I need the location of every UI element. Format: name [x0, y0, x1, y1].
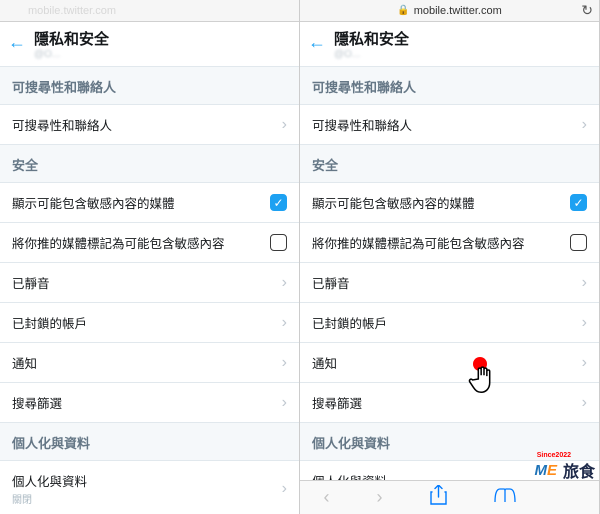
- url-bar-cropped: mobile.twitter.com: [0, 0, 299, 22]
- chevron-right-icon: ›: [282, 480, 287, 498]
- chevron-right-icon: ›: [582, 394, 587, 412]
- chevron-right-icon: ›: [282, 274, 287, 292]
- row-label: 通知: [12, 353, 276, 372]
- nav-back-icon[interactable]: ‹: [324, 487, 330, 508]
- row-discoverability[interactable]: 可搜尋性和聯絡人 ›: [0, 105, 299, 145]
- page-header: ← 隱私和安全 @O...: [0, 22, 299, 67]
- section-safety: 安全: [0, 145, 299, 183]
- row-label: 可搜尋性和聯絡人: [12, 115, 276, 134]
- section-discoverability: 可搜尋性和聯絡人: [0, 67, 299, 105]
- url-bar[interactable]: 🔒 mobile.twitter.com ↻: [300, 0, 599, 22]
- row-label: 個人化與資料: [12, 471, 276, 490]
- row-mark-sensitive[interactable]: 將你推的媒體標記為可能包含敏感內容: [0, 223, 299, 263]
- back-arrow-icon[interactable]: ←: [8, 32, 26, 53]
- page-title: 隱私和安全: [334, 28, 589, 49]
- row-muted[interactable]: 已靜音 ›: [300, 263, 599, 303]
- row-notifications[interactable]: 通知 ›: [300, 343, 599, 383]
- checkbox-unchecked-icon[interactable]: [270, 234, 287, 251]
- watermark-tag: Since2022: [537, 452, 571, 459]
- row-notifications[interactable]: 通知 ›: [0, 343, 299, 383]
- chevron-right-icon: ›: [282, 314, 287, 332]
- watermark-cn: 旅食: [563, 458, 595, 482]
- checkbox-unchecked-icon[interactable]: [570, 234, 587, 251]
- checkbox-checked-icon[interactable]: ✓: [270, 194, 287, 211]
- section-personalization: 個人化與資料: [0, 423, 299, 461]
- watermark-brand: ME: [534, 462, 557, 479]
- row-sublabel: 關閉: [12, 491, 276, 506]
- share-icon[interactable]: [430, 485, 447, 510]
- row-search-filters[interactable]: 搜尋篩選 ›: [300, 383, 599, 423]
- page-subtitle: @O...: [34, 49, 289, 60]
- page-subtitle: @O...: [334, 49, 589, 60]
- row-label: 通知: [312, 353, 576, 372]
- tap-indicator-icon: [473, 357, 487, 371]
- row-label: 已封鎖的帳戶: [312, 313, 576, 332]
- row-muted[interactable]: 已靜音 ›: [0, 263, 299, 303]
- chevron-right-icon: ›: [582, 274, 587, 292]
- chevron-right-icon: ›: [282, 354, 287, 372]
- row-blocked[interactable]: 已封鎖的帳戶 ›: [300, 303, 599, 343]
- row-label: 顯示可能包含敏感內容的媒體: [12, 193, 270, 212]
- row-label: 可搜尋性和聯絡人: [312, 115, 576, 134]
- row-search-filters[interactable]: 搜尋篩選 ›: [0, 383, 299, 423]
- page-title: 隱私和安全: [34, 28, 289, 49]
- row-label: 搜尋篩選: [312, 393, 576, 412]
- row-blocked[interactable]: 已封鎖的帳戶 ›: [0, 303, 299, 343]
- row-sensitive-media[interactable]: 顯示可能包含敏感內容的媒體 ✓: [300, 183, 599, 223]
- row-label: 已封鎖的帳戶: [12, 313, 276, 332]
- nav-forward-icon[interactable]: ›: [377, 487, 383, 508]
- lock-icon: 🔒: [397, 5, 409, 16]
- section-safety: 安全: [300, 145, 599, 183]
- chevron-right-icon: ›: [582, 314, 587, 332]
- row-label: 已靜音: [12, 273, 276, 292]
- bookmarks-icon[interactable]: [494, 487, 516, 508]
- row-label: 已靜音: [312, 273, 576, 292]
- row-mark-sensitive[interactable]: 將你推的媒體標記為可能包含敏感內容: [300, 223, 599, 263]
- safari-toolbar: ‹ › ⧉: [300, 480, 599, 514]
- chevron-right-icon: ›: [282, 116, 287, 134]
- row-label: 將你推的媒體標記為可能包含敏感內容: [12, 233, 270, 252]
- page-header: ← 隱私和安全 @O...: [300, 22, 599, 67]
- row-label: 將你推的媒體標記為可能包含敏感內容: [312, 233, 570, 252]
- section-discoverability: 可搜尋性和聯絡人: [300, 67, 599, 105]
- row-discoverability[interactable]: 可搜尋性和聯絡人 ›: [300, 105, 599, 145]
- checkbox-checked-icon[interactable]: ✓: [570, 194, 587, 211]
- chevron-right-icon: ›: [282, 394, 287, 412]
- chevron-right-icon: ›: [582, 354, 587, 372]
- reload-icon[interactable]: ↻: [581, 2, 593, 19]
- chevron-right-icon: ›: [582, 116, 587, 134]
- row-label: 搜尋篩選: [12, 393, 276, 412]
- url-text: mobile.twitter.com: [28, 5, 116, 17]
- back-arrow-icon[interactable]: ←: [308, 32, 326, 53]
- row-sensitive-media[interactable]: 顯示可能包含敏感內容的媒體 ✓: [0, 183, 299, 223]
- watermark: Since2022 ME 旅食: [534, 458, 595, 482]
- row-personalization[interactable]: 個人化與資料 關閉 ›: [0, 461, 299, 514]
- url-text: mobile.twitter.com: [414, 5, 502, 17]
- row-label: 顯示可能包含敏感內容的媒體: [312, 193, 570, 212]
